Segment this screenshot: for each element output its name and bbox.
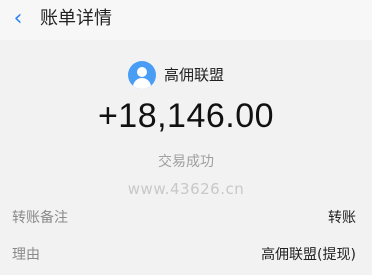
- back-chevron-icon[interactable]: ‹: [8, 8, 28, 30]
- avatar-head: [137, 67, 147, 77]
- page-title: 账单详情: [40, 8, 112, 29]
- payer-name: 高佣联盟: [164, 66, 225, 84]
- detail-value: 高佣联盟(提现): [261, 247, 356, 263]
- user-avatar-icon: [128, 61, 156, 89]
- header-bar: ‹ 账单详情: [0, 0, 372, 40]
- avatar-body: [133, 78, 151, 89]
- detail-value: 转账: [328, 210, 356, 226]
- detail-row-reason: 理由 高佣联盟(提现): [0, 239, 372, 271]
- watermark-text: www.43626.cn: [127, 180, 245, 198]
- detail-label: 理由: [12, 247, 40, 263]
- transaction-amount: +18,146.00: [97, 97, 275, 135]
- detail-row-remark: 转账备注 转账: [0, 202, 372, 234]
- transaction-status: 交易成功: [158, 154, 214, 170]
- detail-label: 转账备注: [12, 210, 68, 226]
- transaction-summary: 高佣联盟 +18,146.00 交易成功: [0, 44, 372, 194]
